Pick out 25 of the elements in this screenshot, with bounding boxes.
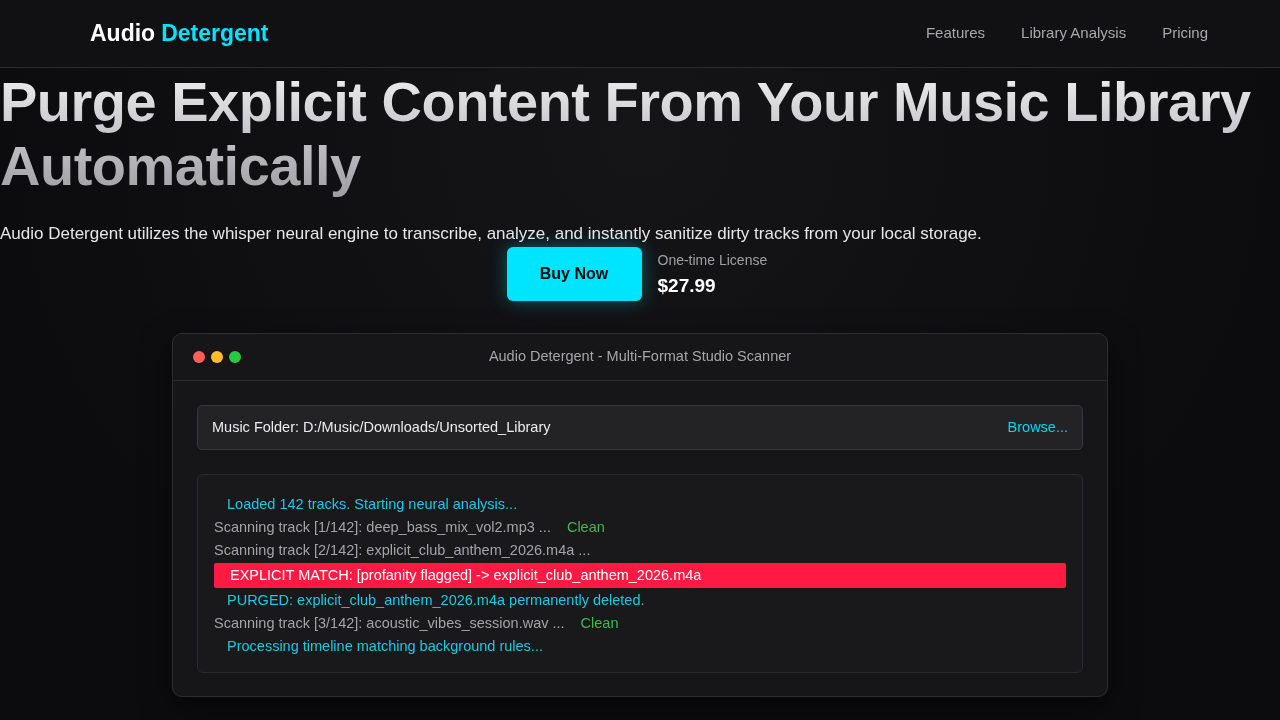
hero-subtitle: Audio Detergent utilizes the whisper neural engine to transcribe, analyze, and instantly sanitize dirty tracks from your local storage. xyxy=(0,224,983,244)
logo-word: Audio xyxy=(90,19,156,49)
log-line: Scanning track [1/142]: deep_bass_mix_vol2.mp3 ... xyxy=(214,517,551,537)
log-line: Loaded 142 tracks. Starting neural analysis... xyxy=(227,494,518,514)
zoom-icon[interactable] xyxy=(229,351,241,363)
nav-link[interactable]: Library Analysis xyxy=(1021,22,1127,45)
log-line: Scanning track [3/142]: acoustic_vibes_session.wav ... xyxy=(214,613,565,633)
scan-result: Clean xyxy=(580,613,619,633)
buy-now-button[interactable]: Buy Now xyxy=(506,247,642,301)
browse-link[interactable]: Browse... xyxy=(1007,416,1068,439)
price-amount: $27.99 xyxy=(657,275,717,297)
nav-link[interactable]: Features xyxy=(925,22,986,45)
log-line: Scanning track [2/142]: explicit_club_anthem_2026.m4a ... xyxy=(214,540,591,560)
close-icon[interactable] xyxy=(193,351,205,363)
logo-word: Detergent xyxy=(161,19,269,49)
license-caption: One-time License xyxy=(657,251,769,269)
minimize-icon[interactable] xyxy=(211,351,223,363)
folder-field[interactable]: Music Folder: D:/Music/Downloads/Unsorted_Library Browse... xyxy=(197,405,1083,450)
folder-path: Music Folder: D:/Music/Downloads/Unsorted_Library xyxy=(212,417,551,437)
log-line: Processing timeline matching background rules... xyxy=(227,636,543,656)
nav-link[interactable]: Pricing xyxy=(1162,22,1208,45)
log-line: PURGED: explicit_club_anthem_2026.m4a permanently deleted. xyxy=(227,590,645,610)
scan-result: Clean xyxy=(566,517,605,537)
explicit-match-alert: EXPLICIT MATCH: [profanity flagged] -> explicit_club_anthem_2026.m4a xyxy=(214,563,1066,588)
window-title: Audio Detergent - Multi-Format Studio Scanner xyxy=(488,347,792,367)
